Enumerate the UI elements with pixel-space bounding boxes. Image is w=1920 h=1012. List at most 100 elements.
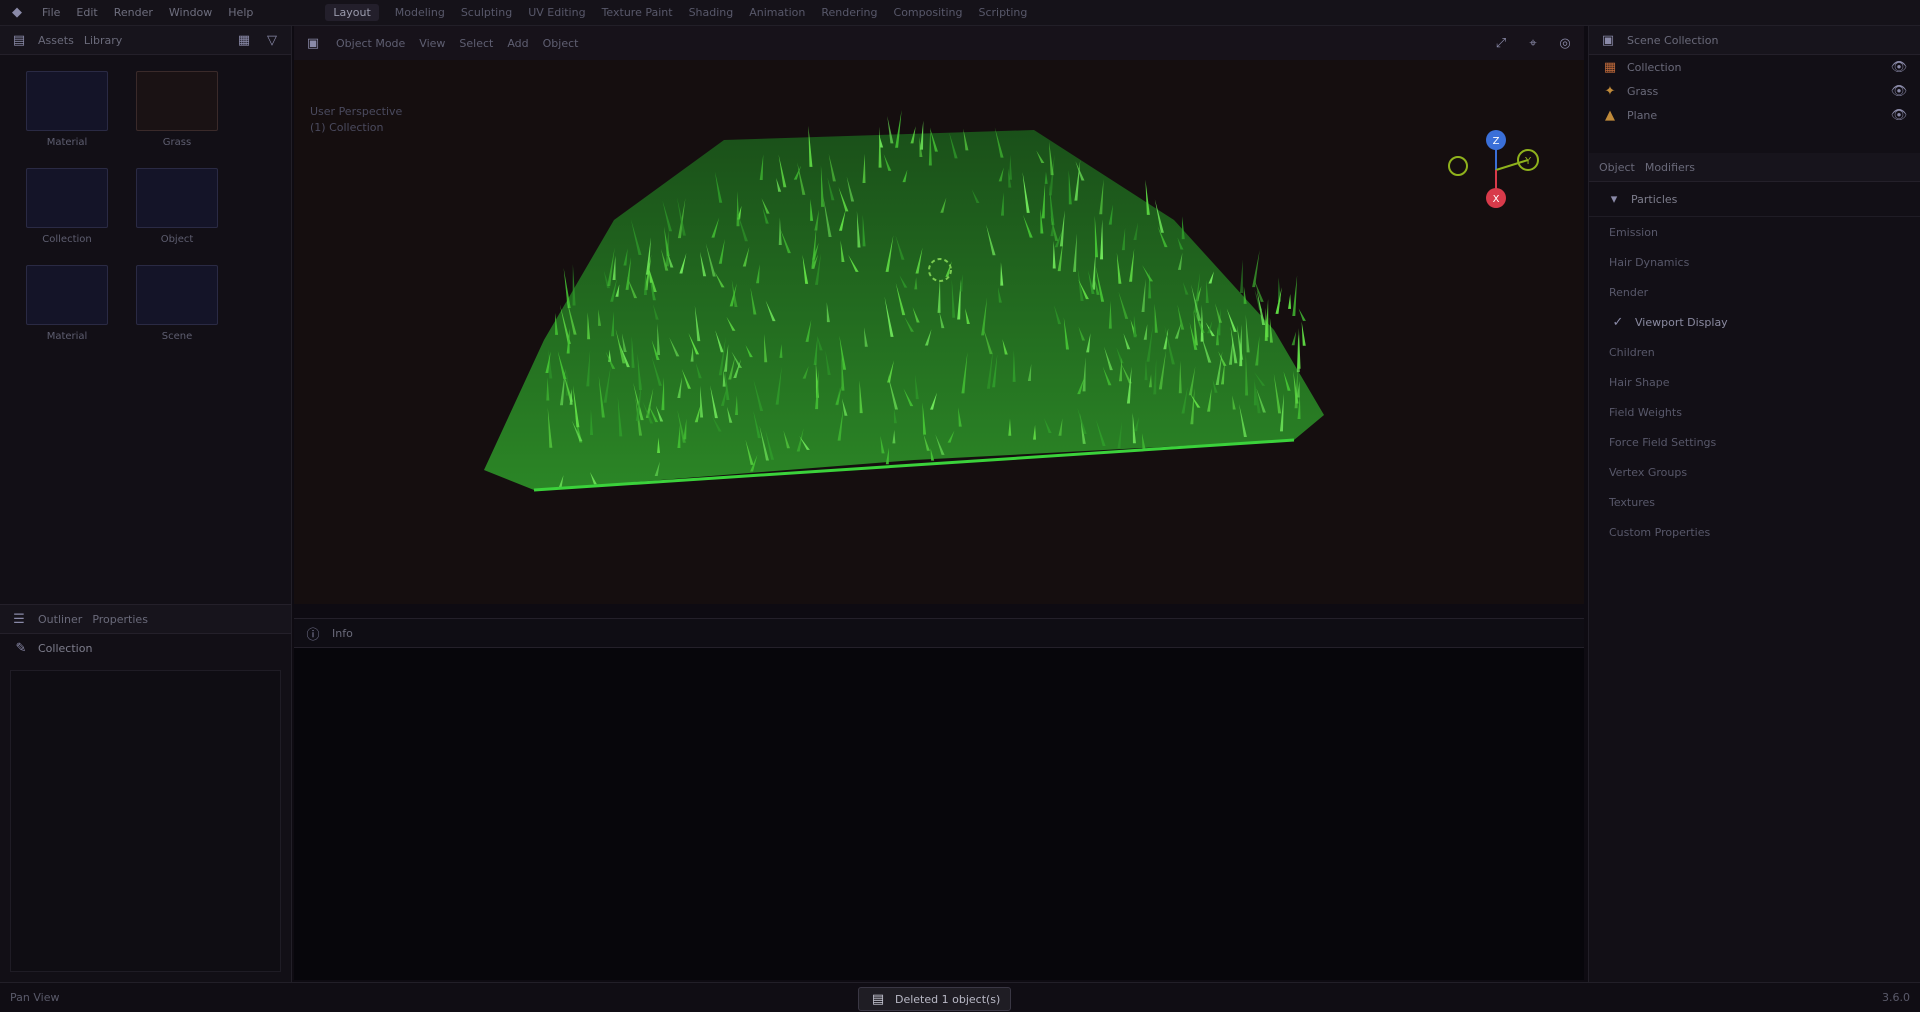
- grass-blade: [1291, 331, 1297, 346]
- asset-item[interactable]: Material: [12, 71, 122, 148]
- outliner-row[interactable]: ▲ Plane 👁: [1589, 103, 1920, 127]
- menu-render[interactable]: Render: [114, 6, 153, 19]
- panel-custom-properties[interactable]: Custom Properties: [1589, 517, 1920, 547]
- outliner-row-name: Grass: [1627, 84, 1659, 98]
- field-label: Hair Dynamics: [1609, 255, 1690, 269]
- asset-browser-header: ▤ Assets Library ▦ ▽: [0, 26, 291, 55]
- snap-icon[interactable]: ⌖: [1524, 34, 1542, 52]
- workspace-tab-uv-editing[interactable]: UV Editing: [528, 6, 585, 19]
- info-console: ⓘ Info: [294, 618, 1584, 980]
- left-bottom-panel: ☰ Outliner Properties ✎ Collection: [0, 604, 292, 982]
- panel-field-weights[interactable]: Field Weights: [1589, 397, 1920, 427]
- panel-label: Custom Properties: [1609, 525, 1711, 539]
- tab-outliner[interactable]: Outliner: [38, 613, 82, 626]
- asset-label: Object: [160, 234, 194, 245]
- tab-modifiers[interactable]: Modifiers: [1645, 161, 1695, 174]
- 3d-viewport[interactable]: ▣ Object Mode View Select Add Object ⤢ ⌖…: [294, 26, 1584, 604]
- asset-thumbnail: [26, 71, 108, 131]
- app-logo-icon[interactable]: ◆: [8, 4, 26, 22]
- field-hair-dynamics[interactable]: Hair Dynamics: [1589, 247, 1920, 277]
- menu-view[interactable]: View: [419, 37, 445, 50]
- panel-label: Field Weights: [1609, 405, 1682, 419]
- view-label: User Perspective: [310, 105, 403, 118]
- filter-icon[interactable]: ▽: [263, 31, 281, 49]
- asset-item[interactable]: Grass: [122, 71, 232, 148]
- menu-edit[interactable]: Edit: [76, 6, 97, 19]
- folder-icon[interactable]: ▤: [10, 31, 28, 49]
- tab-object-properties[interactable]: Object: [1599, 161, 1635, 174]
- menu-add[interactable]: Add: [507, 37, 528, 50]
- collection-label: Collection: [38, 641, 93, 655]
- panel-hair-shape[interactable]: Hair Shape: [1589, 367, 1920, 397]
- field-render[interactable]: Render: [1589, 277, 1920, 307]
- outliner-row-name: Collection: [1627, 60, 1682, 74]
- workspace-tab-shading[interactable]: Shading: [689, 6, 734, 19]
- grid-view-icon[interactable]: ▦: [235, 31, 253, 49]
- workspace-tab-compositing[interactable]: Compositing: [894, 6, 963, 19]
- status-message-text: Deleted 1 object(s): [895, 992, 1001, 1006]
- menu-object[interactable]: Object: [543, 37, 579, 50]
- panel-textures[interactable]: Textures: [1589, 487, 1920, 517]
- panel-vertex-groups[interactable]: Vertex Groups: [1589, 457, 1920, 487]
- navigation-gizmo[interactable]: Z Y X: [1444, 110, 1564, 230]
- menu-window[interactable]: Window: [169, 6, 212, 19]
- collection-row[interactable]: ✎ Collection: [0, 634, 291, 662]
- left-bottom-header: ☰ Outliner Properties: [0, 605, 291, 634]
- field-emission[interactable]: Emission: [1589, 217, 1920, 247]
- menu-help[interactable]: Help: [228, 6, 253, 19]
- tab-assets[interactable]: Assets: [38, 34, 74, 47]
- gizmo-neg-y-axis[interactable]: [1448, 156, 1468, 176]
- workspace-tab-modeling[interactable]: Modeling: [395, 6, 445, 19]
- visibility-icon[interactable]: 👁: [1890, 58, 1908, 76]
- status-left: Pan View: [10, 991, 60, 1004]
- panel-label: Vertex Groups: [1609, 465, 1688, 479]
- workspace-tab-sculpting[interactable]: Sculpting: [461, 6, 512, 19]
- viewport-type-icon[interactable]: ▣: [304, 34, 322, 52]
- workspace-tab-layout[interactable]: Layout: [325, 4, 379, 21]
- outliner-row[interactable]: ✦ Grass 👁: [1589, 79, 1920, 103]
- asset-item[interactable]: Scene: [122, 265, 232, 342]
- menu-select[interactable]: Select: [459, 37, 493, 50]
- collection-info: (1) Collection: [310, 121, 384, 134]
- workspace-tab-rendering[interactable]: Rendering: [821, 6, 877, 19]
- transform-icon[interactable]: ⤢: [1492, 34, 1510, 52]
- proportional-edit-icon[interactable]: ◎: [1556, 34, 1574, 52]
- console-header: ⓘ Info: [294, 619, 1584, 648]
- particles-icon: ✦: [1604, 83, 1616, 99]
- visibility-icon[interactable]: 👁: [1890, 82, 1908, 100]
- asset-thumbnail: [136, 168, 218, 228]
- mode-dropdown[interactable]: Object Mode: [336, 37, 405, 50]
- gizmo-y-label: Y: [1524, 156, 1532, 167]
- outliner-title: Scene Collection: [1627, 33, 1719, 47]
- field-label: Render: [1609, 285, 1649, 299]
- panel-label: Viewport Display: [1635, 315, 1728, 329]
- viewport-info: User Perspective (1) Collection: [310, 104, 402, 136]
- outliner-icon[interactable]: ☰: [10, 610, 28, 628]
- version-label: 3.6.0: [1882, 991, 1910, 1004]
- grass-blade: [1292, 275, 1298, 316]
- asset-item[interactable]: Collection: [12, 168, 122, 245]
- particles-section-header[interactable]: ▾ Particles: [1589, 182, 1920, 217]
- workspace-tab-scripting[interactable]: Scripting: [978, 6, 1027, 19]
- checkmark-icon[interactable]: ✓: [1609, 313, 1627, 331]
- tab-library[interactable]: Library: [84, 34, 122, 47]
- asset-label: Scene: [161, 331, 193, 342]
- tab-properties[interactable]: Properties: [92, 613, 148, 626]
- panel-viewport-display[interactable]: ✓ Viewport Display: [1589, 307, 1920, 337]
- outliner-row[interactable]: ▦ Collection 👁: [1589, 55, 1920, 79]
- workspace-tab-animation[interactable]: Animation: [749, 6, 805, 19]
- menu-file[interactable]: File: [42, 6, 60, 19]
- panel-force-field-settings[interactable]: Force Field Settings: [1589, 427, 1920, 457]
- asset-item[interactable]: Object: [122, 168, 232, 245]
- panel-children[interactable]: Children: [1589, 337, 1920, 367]
- workspace-tab-texture-paint[interactable]: Texture Paint: [602, 6, 673, 19]
- asset-item[interactable]: Material: [12, 265, 122, 342]
- pencil-icon: ✎: [15, 640, 27, 656]
- asset-thumbnail: [26, 168, 108, 228]
- asset-label: Material: [46, 331, 88, 342]
- status-bar: Pan View 3.6.0 ▤ Deleted 1 object(s): [0, 982, 1920, 1012]
- visibility-icon[interactable]: 👁: [1890, 106, 1908, 124]
- info-icon[interactable]: ⓘ: [304, 624, 322, 643]
- item-list[interactable]: [10, 670, 281, 972]
- grass-object[interactable]: [394, 100, 1394, 604]
